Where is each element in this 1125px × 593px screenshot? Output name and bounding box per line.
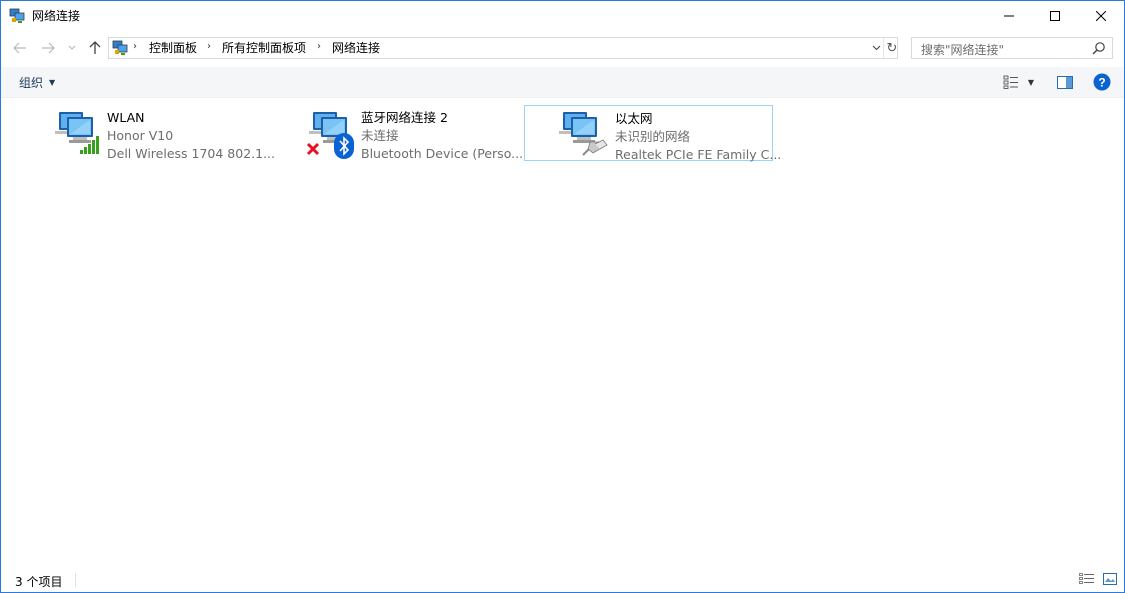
search-placeholder: 搜索"网络连接" <box>921 43 1005 57</box>
breadcrumb-network-connections[interactable]: 网络连接 <box>332 41 380 55</box>
chevron-down-icon <box>872 45 880 51</box>
ethernet-cable-icon <box>582 139 608 156</box>
control-panel-icon <box>112 40 128 55</box>
refresh-button[interactable]: ↻ <box>883 38 900 58</box>
list-item-wlan[interactable]: WLAN Honor V10 Dell Wireless 1704 802.1.… <box>25 105 275 163</box>
large-icons-view-button[interactable] <box>1101 572 1119 586</box>
address-bar[interactable]: › 控制面板 › 所有控制面板项 › 网络连接 ↻ <box>108 37 898 59</box>
back-button[interactable] <box>9 35 31 61</box>
organize-menu-button[interactable]: 组织 ▼ <box>13 67 61 97</box>
preview-pane-icon <box>1057 75 1073 89</box>
svg-text:?: ? <box>1098 76 1105 90</box>
view-dropdown-button[interactable]: ▼ <box>1024 71 1038 93</box>
connection-name: 以太网 <box>615 111 653 126</box>
list-item-ethernet[interactable]: 以太网 未识别的网络 Realtek PCIe FE Family C... <box>524 105 781 162</box>
item-text: 蓝牙网络连接 2 未连接 Bluetooth Device (Perso... <box>361 109 523 163</box>
maximize-icon <box>1050 11 1060 21</box>
network-connections-icon <box>9 8 25 23</box>
forward-button[interactable] <box>37 35 59 61</box>
details-view-button[interactable] <box>1078 572 1096 586</box>
navigation-bar: › 控制面板 › 所有控制面板项 › 网络连接 ↻ 搜索"网络连接" <box>1 35 1124 61</box>
breadcrumb-separator-icon[interactable]: › <box>317 41 321 52</box>
connection-device: Realtek PCIe FE Family C... <box>615 147 782 162</box>
close-icon <box>1096 11 1106 21</box>
title-bar: 网络连接 <box>1 1 1124 31</box>
connection-status: 未连接 <box>361 128 399 143</box>
breadcrumb-separator-icon[interactable]: › <box>207 41 211 52</box>
minimize-icon <box>1004 15 1014 17</box>
recent-locations-button[interactable] <box>65 35 79 61</box>
help-button[interactable]: ? <box>1091 71 1113 93</box>
connection-name: WLAN <box>107 110 145 125</box>
item-text: 以太网 未识别的网络 Realtek PCIe FE Family C... <box>615 110 781 164</box>
connections-list: WLAN Honor V10 Dell Wireless 1704 802.1.… <box>1 98 1124 565</box>
maximize-button[interactable] <box>1032 1 1078 31</box>
status-separator <box>75 573 76 587</box>
dropdown-arrow-icon: ▼ <box>49 77 56 87</box>
help-icon: ? <box>1093 73 1111 91</box>
arrow-up-icon <box>89 41 101 54</box>
explorer-window: 网络连接 › 控制面板 › 所有控制面板项 › 网络连接 ↻ 搜索"网络连接" … <box>0 0 1125 593</box>
details-view-icon <box>1079 573 1094 584</box>
minimize-button[interactable] <box>986 1 1032 31</box>
status-bar: 3 个项目 <box>1 567 1124 592</box>
view-options-icon <box>1003 75 1018 89</box>
organize-label: 组织 <box>19 75 44 90</box>
connection-device: Dell Wireless 1704 802.1... <box>107 146 275 161</box>
address-history-button[interactable] <box>869 38 883 58</box>
arrow-right-icon <box>42 42 55 54</box>
bluetooth-icon <box>334 133 354 159</box>
connection-name: 蓝牙网络连接 2 <box>361 110 448 125</box>
breadcrumb-all-items[interactable]: 所有控制面板项 <box>222 41 306 55</box>
up-button[interactable] <box>85 35 105 61</box>
change-view-button[interactable] <box>1000 71 1022 93</box>
refresh-icon: ↻ <box>886 40 898 56</box>
item-text: WLAN Honor V10 Dell Wireless 1704 802.1.… <box>107 109 275 163</box>
breadcrumb-control-panel[interactable]: 控制面板 <box>149 41 197 55</box>
large-icons-view-icon <box>1103 573 1117 585</box>
preview-pane-button[interactable] <box>1054 71 1076 93</box>
window-title: 网络连接 <box>32 9 81 23</box>
search-icon[interactable] <box>1092 41 1106 55</box>
disconnected-x-icon <box>306 142 320 156</box>
signal-bars-icon <box>80 136 99 154</box>
item-count: 3 个项目 <box>15 575 63 589</box>
breadcrumb-separator-icon[interactable]: › <box>133 41 137 52</box>
arrow-left-icon <box>13 42 26 54</box>
command-bar: 组织 ▼ ▼ ? <box>1 67 1124 98</box>
close-button[interactable] <box>1078 1 1124 31</box>
list-item-bluetooth[interactable]: 蓝牙网络连接 2 未连接 Bluetooth Device (Perso... <box>279 105 528 161</box>
connection-device: Bluetooth Device (Perso... <box>361 146 524 161</box>
chevron-down-icon <box>68 45 76 50</box>
connection-status: 未识别的网络 <box>615 129 691 144</box>
dropdown-arrow-icon: ▼ <box>1027 77 1035 87</box>
connection-status: Honor V10 <box>107 128 174 143</box>
search-input[interactable]: 搜索"网络连接" <box>911 37 1113 59</box>
